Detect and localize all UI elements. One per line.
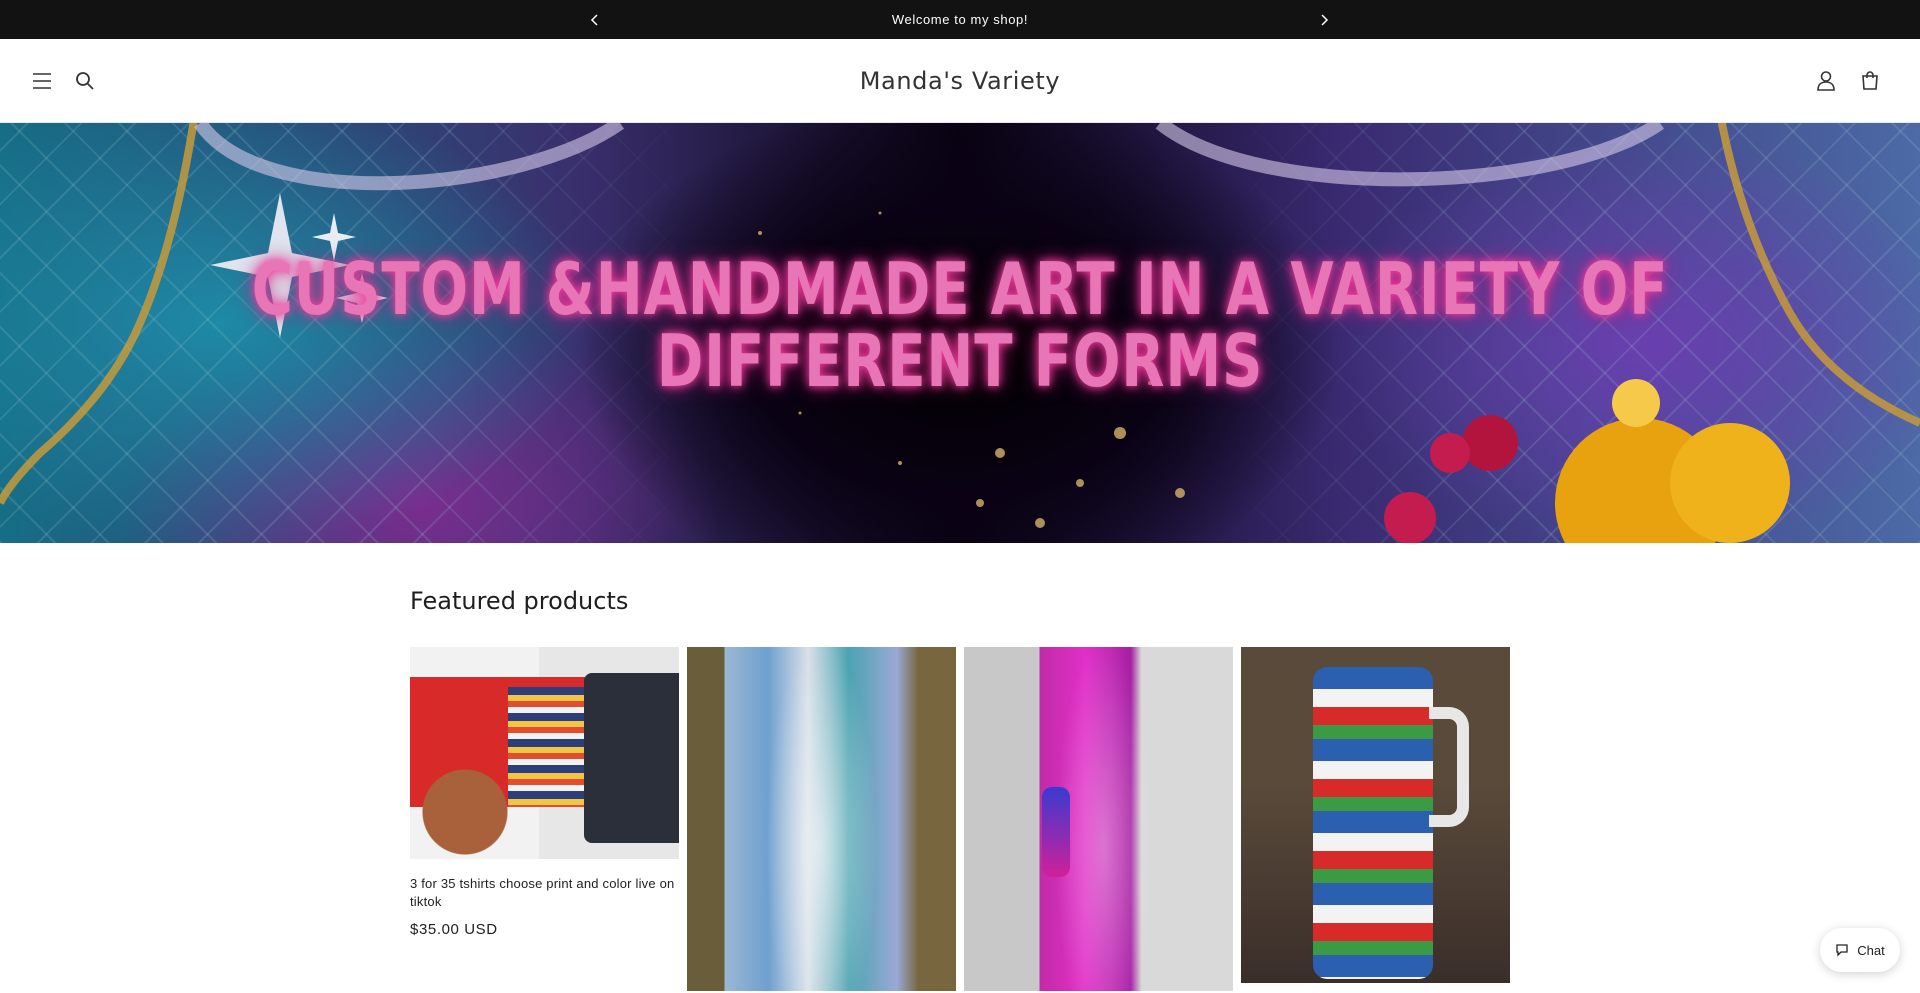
menu-icon (33, 73, 51, 89)
cart-icon (1862, 71, 1878, 90)
product-card[interactable] (964, 647, 1233, 991)
product-image-detail (584, 673, 679, 843)
cart-button[interactable] (1848, 39, 1892, 123)
search-button[interactable] (63, 39, 107, 123)
product-price: $35.00 USD (410, 921, 498, 938)
menu-button[interactable] (20, 39, 64, 123)
chat-label: Chat (1857, 942, 1885, 958)
hero-banner: CUSTOM &HANDMADE ART IN A VARIETY OF DIF… (0, 123, 1920, 543)
product-image[interactable] (687, 647, 956, 991)
chevron-left-icon (590, 13, 598, 26)
chevron-right-icon (1321, 13, 1329, 26)
product-image[interactable] (964, 647, 1233, 991)
announcement-text: Welcome to my shop! (891, 12, 1029, 27)
account-icon (1817, 71, 1835, 91)
banner-headline: CUSTOM &HANDMADE ART IN A VARIETY OF DIF… (211, 253, 1709, 397)
product-image-detail (1313, 667, 1433, 979)
chat-icon (1836, 944, 1848, 957)
chat-button[interactable]: Chat (1820, 928, 1900, 972)
announcement-prev-button[interactable] (580, 0, 610, 39)
product-grid: 3 for 35 tshirts choose print and color … (410, 647, 1920, 991)
featured-products-section: Featured products 3 for 35 tshirts choos… (0, 543, 1920, 991)
account-button[interactable] (1804, 39, 1848, 123)
banner-headline-line2: DIFFERENT FORMS (656, 319, 1264, 403)
banner-headline-line1: CUSTOM &HANDMADE ART IN A VARIETY OF (251, 247, 1669, 331)
product-card[interactable]: 3 for 35 tshirts choose print and color … (410, 647, 679, 991)
site-header: Manda's Variety (0, 39, 1920, 123)
product-title[interactable]: 3 for 35 tshirts choose print and color … (410, 875, 679, 911)
site-logo[interactable]: Manda's Variety (860, 67, 1060, 95)
announcement-bar: Welcome to my shop! (0, 0, 1920, 39)
product-image[interactable] (410, 647, 679, 859)
product-image[interactable] (1241, 647, 1510, 983)
featured-products-heading: Featured products (410, 587, 629, 615)
product-card[interactable] (1241, 647, 1510, 991)
product-image-detail (1042, 787, 1070, 877)
search-icon (76, 72, 94, 90)
product-card[interactable] (687, 647, 956, 991)
product-image-detail (1429, 707, 1469, 827)
announcement-next-button[interactable] (1309, 0, 1339, 39)
